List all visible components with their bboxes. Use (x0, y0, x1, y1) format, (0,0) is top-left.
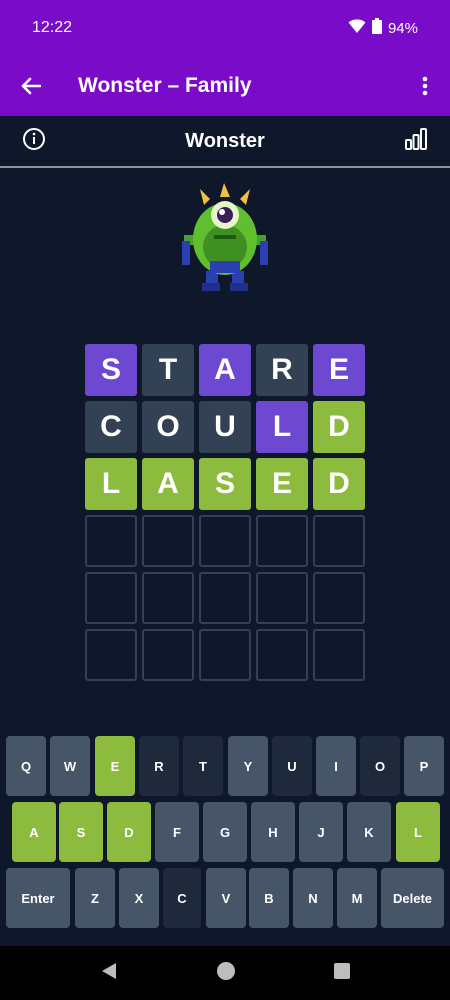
status-time: 12:22 (32, 19, 73, 36)
more-vert-icon[interactable] (400, 56, 450, 116)
board-tile (142, 515, 194, 567)
key-u[interactable]: U (272, 736, 312, 796)
board-tile (142, 572, 194, 624)
back-arrow-icon[interactable] (0, 56, 62, 116)
nav-back-icon[interactable] (100, 962, 118, 985)
key-h[interactable]: H (251, 802, 295, 862)
delete-key[interactable]: Delete (381, 868, 444, 928)
game-header: Wonster (0, 116, 450, 168)
keyboard: Q W E R T Y U I O P A S D F G H J K L En… (0, 736, 450, 934)
board-row: L A S E D (85, 458, 367, 510)
board-row (85, 515, 367, 567)
key-t[interactable]: T (183, 736, 223, 796)
info-icon[interactable] (22, 127, 46, 156)
key-o[interactable]: O (360, 736, 400, 796)
key-y[interactable]: Y (228, 736, 268, 796)
key-d[interactable]: D (107, 802, 151, 862)
key-q[interactable]: Q (6, 736, 46, 796)
board-tile: S (199, 458, 251, 510)
key-x[interactable]: X (119, 868, 159, 928)
board-tile (85, 515, 137, 567)
board-tile: L (256, 401, 308, 453)
board-tile (85, 572, 137, 624)
board-tile: T (142, 344, 194, 396)
key-p[interactable]: P (404, 736, 444, 796)
key-i[interactable]: I (316, 736, 356, 796)
board-row: C O U L D (85, 401, 367, 453)
board-row: S T A R E (85, 344, 367, 396)
enter-key[interactable]: Enter (6, 868, 70, 928)
board-tile (313, 629, 365, 681)
board-tile: L (85, 458, 137, 510)
board-tile (256, 515, 308, 567)
board-tile (199, 629, 251, 681)
system-nav-bar (0, 946, 450, 1000)
battery-level: 94% (387, 19, 418, 37)
key-j[interactable]: J (299, 802, 343, 862)
key-c[interactable]: C (163, 868, 201, 928)
monster-illustration (178, 183, 272, 295)
board-tile (199, 572, 251, 624)
board-tile: O (142, 401, 194, 453)
board-tile: D (313, 458, 365, 510)
key-s[interactable]: S (59, 802, 103, 862)
keyboard-row: Q W E R T Y U I O P (0, 736, 450, 802)
board-row (85, 572, 367, 624)
board-tile: U (199, 401, 251, 453)
nav-home-icon[interactable] (216, 961, 236, 986)
board-tile (256, 629, 308, 681)
key-l[interactable]: L (396, 802, 440, 862)
status-bar: 12:22 94% (0, 0, 450, 56)
board-tile (142, 629, 194, 681)
nav-recents-icon[interactable] (334, 962, 350, 984)
board-row (85, 629, 367, 681)
board-tile: C (85, 401, 137, 453)
keyboard-row: Enter Z X C V B N M Delete (0, 868, 450, 934)
board-tile: R (256, 344, 308, 396)
stats-icon[interactable] (404, 127, 428, 156)
board-tile: E (313, 344, 365, 396)
board-tile (313, 572, 365, 624)
key-z[interactable]: Z (75, 868, 115, 928)
status-icons: 94% (348, 18, 418, 38)
wifi-icon (348, 18, 366, 38)
board-tile: A (199, 344, 251, 396)
board-tile: A (142, 458, 194, 510)
key-a[interactable]: A (12, 802, 56, 862)
battery-icon (371, 18, 382, 38)
app-title: Wonster – Family (78, 74, 252, 97)
game-title: Wonster (185, 129, 265, 152)
key-w[interactable]: W (50, 736, 90, 796)
keyboard-row: A S D F G H J K L (0, 802, 450, 868)
key-r[interactable]: R (139, 736, 179, 796)
key-g[interactable]: G (203, 802, 247, 862)
key-f[interactable]: F (155, 802, 199, 862)
app-bar: Wonster – Family (0, 56, 450, 116)
board-tile (199, 515, 251, 567)
board-tile (85, 629, 137, 681)
game-board: S T A R E C O U L D L A S E D (85, 344, 367, 686)
key-v[interactable]: V (206, 868, 246, 928)
key-n[interactable]: N (293, 868, 333, 928)
board-tile: S (85, 344, 137, 396)
board-tile (313, 515, 365, 567)
board-tile (256, 572, 308, 624)
board-tile: E (256, 458, 308, 510)
key-e[interactable]: E (95, 736, 135, 796)
key-m[interactable]: M (337, 868, 377, 928)
board-tile: D (313, 401, 365, 453)
key-b[interactable]: B (249, 868, 289, 928)
key-k[interactable]: K (347, 802, 391, 862)
